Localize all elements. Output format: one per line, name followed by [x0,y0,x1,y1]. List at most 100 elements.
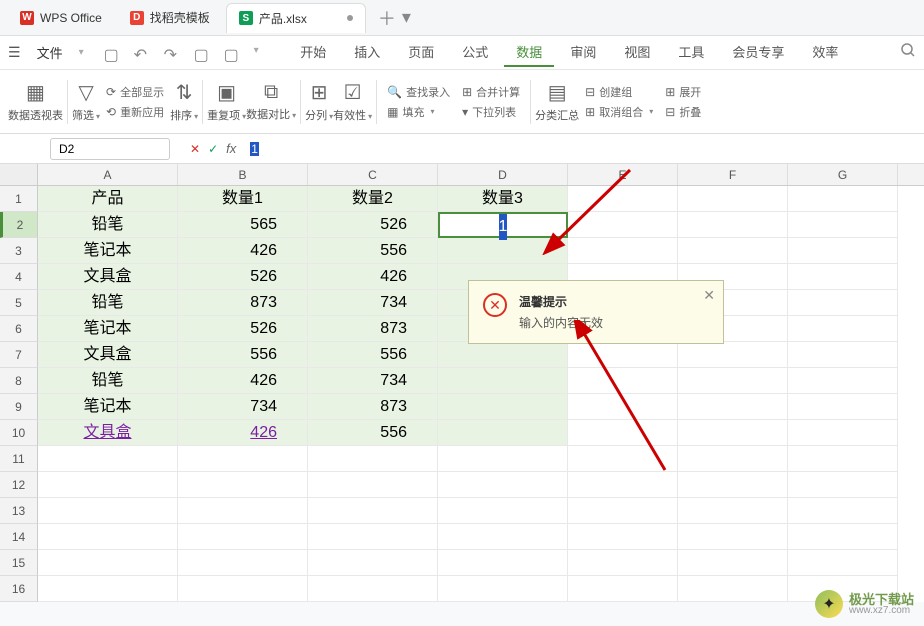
pivot-table-button[interactable]: ▦ 数据透视表 [8,80,63,123]
cell[interactable] [308,550,438,576]
redo-icon[interactable]: ↷ [164,45,180,61]
undo-icon[interactable]: ↶ [134,45,150,61]
cell[interactable]: 734 [308,368,438,394]
name-box[interactable]: D2 [50,138,170,160]
text-to-columns-button[interactable]: ⊞ 分列▾ [305,80,333,123]
cell[interactable] [568,550,678,576]
cell[interactable]: 笔记本 [38,316,178,342]
chevron-down-icon[interactable]: ▾ [79,47,84,58]
cell[interactable] [678,186,788,212]
cell[interactable] [788,420,898,446]
cell[interactable] [38,576,178,602]
cell[interactable] [38,550,178,576]
cell[interactable] [788,394,898,420]
expand-button[interactable]: ⊞展开 [665,84,701,100]
cell[interactable]: 笔记本 [38,394,178,420]
cell[interactable] [568,394,678,420]
cancel-edit-button[interactable]: ✕ [190,142,200,156]
row-header[interactable]: 3 [0,238,38,264]
col-header-E[interactable]: E [568,164,678,185]
row-header[interactable]: 9 [0,394,38,420]
col-header-G[interactable]: G [788,164,898,185]
cell[interactable]: 556 [308,342,438,368]
cell[interactable]: 数量1 [178,186,308,212]
qat-more-icon[interactable]: ▢ [194,45,210,61]
group-button[interactable]: ⊟创建组 [585,84,653,100]
cell[interactable] [438,368,568,394]
cell[interactable] [438,342,568,368]
sort-button[interactable]: ⇅ 排序▾ [170,80,198,123]
cell[interactable] [438,394,568,420]
ungroup-button[interactable]: ⊞取消组合▾ [585,104,653,120]
col-header-C[interactable]: C [308,164,438,185]
collapse-button[interactable]: ⊟折叠 [665,104,701,120]
col-header-A[interactable]: A [38,164,178,185]
cell[interactable] [178,446,308,472]
cell[interactable] [788,368,898,394]
cell[interactable] [788,524,898,550]
cell[interactable]: 文具盒 [38,342,178,368]
cell[interactable] [568,576,678,602]
cell[interactable] [308,472,438,498]
tab-menu-button[interactable]: ▾ [402,7,411,28]
subtotal-button[interactable]: ▤ 分类汇总 [535,80,579,123]
cell[interactable] [38,446,178,472]
row-header[interactable]: 1 [0,186,38,212]
cell[interactable] [38,524,178,550]
lookup-entry-button[interactable]: 🔍查找录入 [387,84,450,100]
cell[interactable]: 526 [178,264,308,290]
cell[interactable] [788,316,898,342]
cell[interactable] [788,186,898,212]
cell[interactable]: 873 [308,316,438,342]
tab-view[interactable]: 视图 [612,38,662,67]
col-header-B[interactable]: B [178,164,308,185]
cell[interactable]: 文具盒 [38,420,178,446]
row-header[interactable]: 11 [0,446,38,472]
cell[interactable] [178,550,308,576]
qat-dropdown-icon[interactable]: ▾ [254,45,259,61]
row-header[interactable]: 15 [0,550,38,576]
cell[interactable] [568,472,678,498]
row-header[interactable]: 6 [0,316,38,342]
cell[interactable]: 556 [178,342,308,368]
cell[interactable]: 556 [308,420,438,446]
cell[interactable]: 笔记本 [38,238,178,264]
cell[interactable]: 426 [178,420,308,446]
formula-input[interactable]: 1 [244,138,924,160]
cell[interactable] [678,212,788,238]
cell[interactable] [678,498,788,524]
cell[interactable]: 734 [178,394,308,420]
cell[interactable] [678,238,788,264]
row-header[interactable]: 12 [0,472,38,498]
cell[interactable] [438,472,568,498]
cell[interactable]: 数量2 [308,186,438,212]
row-header[interactable]: 2 [0,212,38,238]
cell[interactable] [38,498,178,524]
cell[interactable]: 526 [178,316,308,342]
cell[interactable] [568,420,678,446]
tab-data[interactable]: 数据 [504,38,554,67]
select-all-corner[interactable] [0,164,38,185]
cell[interactable]: 873 [178,290,308,316]
tab-start[interactable]: 开始 [288,38,338,67]
cell[interactable] [438,550,568,576]
cell[interactable] [678,472,788,498]
save-icon[interactable]: ▢ [104,45,120,61]
menu-file[interactable]: 文件 [37,43,63,62]
cell[interactable] [308,576,438,602]
filter-button[interactable]: ▽ 筛选▾ [72,80,100,123]
cell[interactable] [788,264,898,290]
tab-page[interactable]: 页面 [396,38,446,67]
cell[interactable] [568,524,678,550]
tooltip-close-button[interactable]: ✕ [703,287,715,304]
validation-button[interactable]: ☑ 有效性▾ [333,80,372,123]
cell[interactable] [678,368,788,394]
search-icon[interactable] [900,42,916,63]
cell[interactable] [788,290,898,316]
cell[interactable]: 数量3 [438,186,568,212]
cell[interactable] [678,446,788,472]
cell[interactable] [678,576,788,602]
cell[interactable] [178,472,308,498]
cell[interactable] [678,420,788,446]
tab-member[interactable]: 会员专享 [720,38,796,67]
